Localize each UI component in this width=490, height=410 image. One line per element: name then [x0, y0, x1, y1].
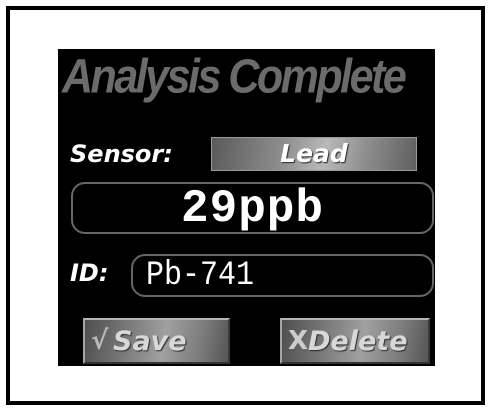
reading-display: 29ppb: [71, 182, 434, 234]
save-button[interactable]: √ Save: [83, 318, 230, 364]
id-field[interactable]: Pb-741: [131, 254, 434, 297]
checkmark-icon: √: [91, 326, 109, 356]
delete-button[interactable]: X Delete: [280, 318, 430, 364]
x-icon: X: [288, 326, 309, 356]
device-screen: Analysis Complete Sensor: Lead 29ppb ID:…: [58, 49, 435, 366]
delete-button-label: Delete: [308, 326, 408, 357]
id-label: ID:: [70, 259, 109, 287]
sensor-value-badge: Lead: [211, 137, 417, 171]
id-field-value: Pb-741: [146, 256, 255, 296]
sensor-value: Lead: [280, 139, 348, 168]
screen-title: Analysis Complete: [62, 50, 407, 104]
reading-value: 29ppb: [180, 183, 325, 235]
save-button-label: Save: [113, 326, 187, 357]
sensor-label: Sensor:: [70, 140, 173, 168]
